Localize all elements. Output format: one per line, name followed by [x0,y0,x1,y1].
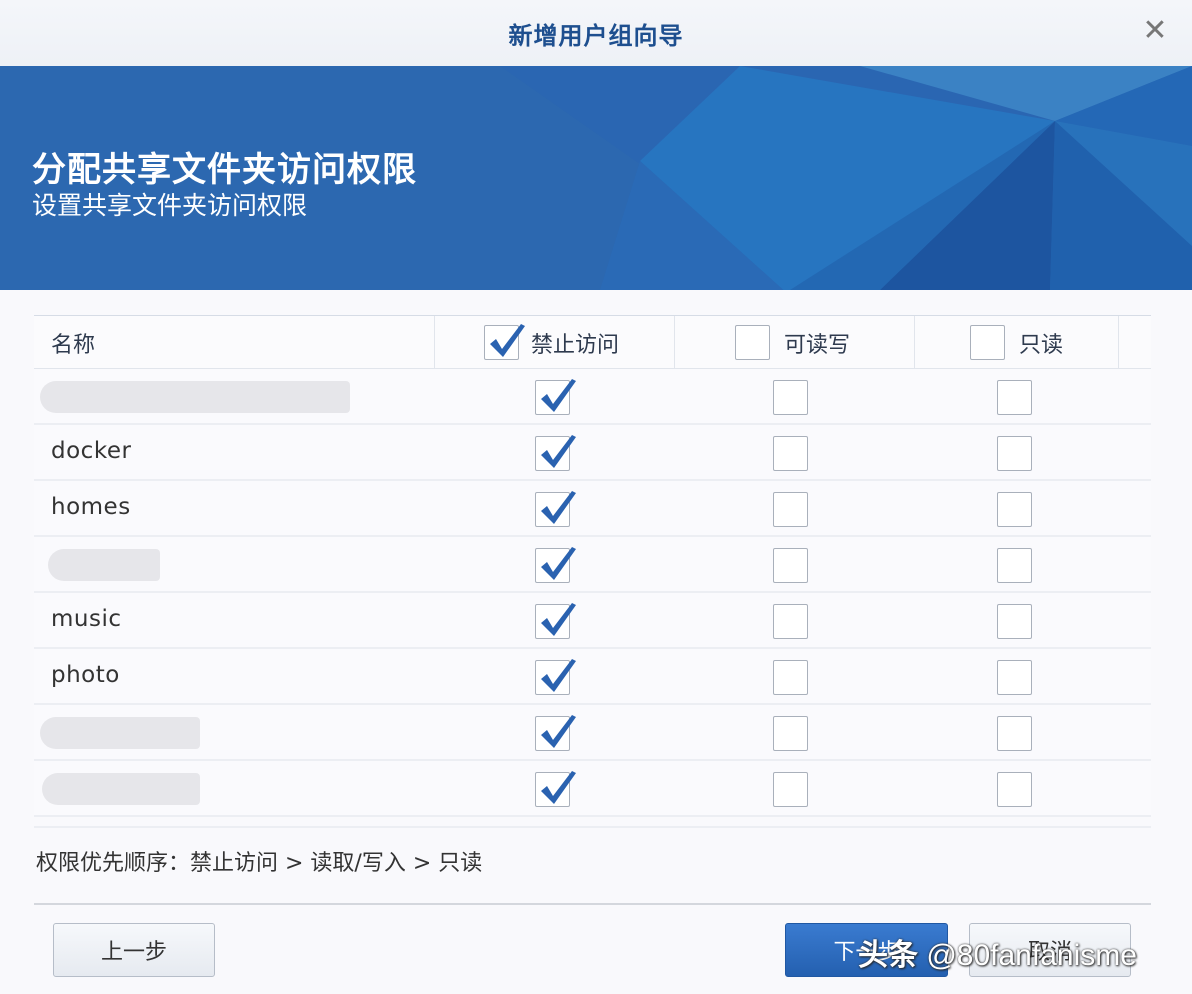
cancel-button[interactable]: 取消 [969,923,1131,977]
select-all-read-write-checkbox[interactable] [735,325,770,360]
table-header: 名称 禁止访问 可读写 只读 [34,315,1151,369]
column-header-read-only[interactable]: 只读 [970,316,1063,369]
select-all-read-only-checkbox[interactable] [970,325,1005,360]
folder-name: music [51,606,122,632]
checkmark-icon [541,547,576,580]
checkmark-icon [541,715,576,748]
banner-subheading: 设置共享文件夹访问权限 [32,191,308,220]
table-row[interactable]: music [34,593,1151,649]
read-only-checkbox[interactable] [997,380,1032,415]
redacted-name [48,549,160,581]
column-label: 禁止访问 [531,332,620,358]
read-write-checkbox[interactable] [773,604,808,639]
column-divider [1118,316,1119,369]
table-row[interactable]: photo [34,649,1151,705]
checkmark-icon [541,603,576,636]
checkmark-icon [541,659,576,692]
table-row[interactable] [34,761,1151,817]
read-write-checkbox[interactable] [773,492,808,527]
title-bar: 新增用户组向导 ✕ [0,0,1192,66]
no-access-checkbox[interactable] [535,603,576,639]
checkmark-icon [541,491,576,524]
priority-note: 权限优先顺序：禁止访问 > 读取/写入 > 只读 [36,851,483,876]
column-header-read-write[interactable]: 可读写 [735,316,850,369]
read-write-checkbox[interactable] [773,380,808,415]
checkmark-icon [541,379,576,412]
no-access-checkbox[interactable] [535,771,576,807]
permission-table: 名称 禁止访问 可读写 只读 docker homes music photo [34,315,1151,817]
checkmark-icon [490,324,525,357]
no-access-checkbox[interactable] [535,715,576,751]
divider [34,826,1151,828]
read-only-checkbox[interactable] [997,716,1032,751]
select-all-no-access-checkbox[interactable] [484,324,525,360]
no-access-checkbox[interactable] [535,547,576,583]
window-title: 新增用户组向导 [508,22,684,50]
redacted-name [40,717,200,749]
read-only-checkbox[interactable] [997,548,1032,583]
folder-name: docker [51,438,132,464]
table-row[interactable]: homes [34,481,1151,537]
redacted-name [42,773,200,805]
previous-button[interactable]: 上一步 [53,923,215,977]
read-write-checkbox[interactable] [773,660,808,695]
banner-heading: 分配共享文件夹访问权限 [32,150,417,190]
column-label: 可读写 [784,332,851,358]
read-write-checkbox[interactable] [773,548,808,583]
close-icon[interactable]: ✕ [1140,14,1170,48]
no-access-checkbox[interactable] [535,659,576,695]
read-write-checkbox[interactable] [773,436,808,471]
table-row[interactable] [34,537,1151,593]
divider [34,903,1151,905]
folder-name: photo [51,662,120,688]
no-access-checkbox[interactable] [535,435,576,471]
column-divider [914,316,915,369]
column-divider [434,316,435,369]
column-divider [674,316,675,369]
table-row[interactable]: docker [34,425,1151,481]
read-only-checkbox[interactable] [997,436,1032,471]
column-header-name[interactable]: 名称 [51,316,95,369]
read-only-checkbox[interactable] [997,660,1032,695]
table-row[interactable] [34,369,1151,425]
read-only-checkbox[interactable] [997,604,1032,639]
read-only-checkbox[interactable] [997,492,1032,527]
column-header-no-access[interactable]: 禁止访问 [484,316,619,369]
read-write-checkbox[interactable] [773,772,808,807]
column-label: 名称 [51,332,96,358]
folder-name: homes [51,494,131,520]
table-body: docker homes music photo [34,369,1151,817]
table-row[interactable] [34,705,1151,761]
redacted-name [40,381,350,413]
checkmark-icon [541,771,576,804]
no-access-checkbox[interactable] [535,491,576,527]
checkmark-icon [541,435,576,468]
column-label: 只读 [1019,332,1064,358]
no-access-checkbox[interactable] [535,379,576,415]
header-banner: 分配共享文件夹访问权限 设置共享文件夹访问权限 [0,66,1192,290]
read-only-checkbox[interactable] [997,772,1032,807]
next-button[interactable]: 下一步 [785,923,948,977]
read-write-checkbox[interactable] [773,716,808,751]
